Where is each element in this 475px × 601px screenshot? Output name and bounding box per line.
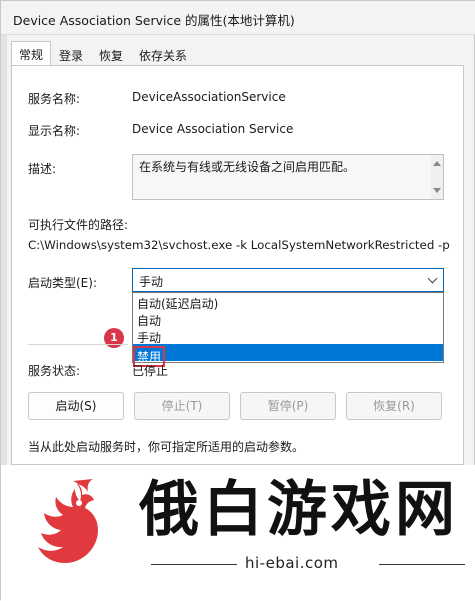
title-bar[interactable]: Device Association Service 的属性(本地计算机) <box>1 1 475 35</box>
general-panel: 服务名称: DeviceAssociationService 显示名称: Dev… <box>11 65 464 465</box>
start-params-hint: 当从此处启动服务时，你可指定所适用的启动参数。 <box>28 440 305 454</box>
separator-line <box>28 344 128 345</box>
pause-button[interactable]: 暂停(P) <box>240 392 336 420</box>
startup-type-label: 启动类型(E): <box>28 276 97 290</box>
tab-general[interactable]: 常规 <box>11 41 52 65</box>
url-divider-right <box>379 564 465 565</box>
url-divider-left <box>151 564 237 565</box>
exe-path-value: C:\Windows\system32\svchost.exe -k Local… <box>28 238 450 252</box>
tab-dependencies[interactable]: 依存关系 <box>131 43 195 65</box>
chevron-down-icon <box>427 273 438 284</box>
display-name-value: Device Association Service <box>132 122 294 136</box>
start-button[interactable]: 启动(S) <box>28 392 124 420</box>
properties-window: Device Association Service 的属性(本地计算机) 常规… <box>0 0 475 601</box>
description-label: 描述: <box>28 162 57 176</box>
option-disabled[interactable]: 禁用 <box>133 344 443 367</box>
startup-type-dropdown[interactable]: 手动 <box>132 268 444 292</box>
option-auto[interactable]: 自动 <box>133 310 443 328</box>
rooster-logo-icon <box>38 479 98 563</box>
window-title: Device Association Service 的属性(本地计算机) <box>13 13 295 28</box>
startup-type-selected: 手动 <box>139 275 164 289</box>
description-text: 在系统与有线或无线设备之间启用匹配。 <box>139 160 356 174</box>
description-scrollbar[interactable] <box>431 155 443 199</box>
resume-button[interactable]: 恢复(R) <box>346 392 442 420</box>
startup-type-options: 自动(延迟启动) 自动 手动 禁用 <box>132 292 444 367</box>
step-badge: 1 <box>104 328 124 348</box>
tab-bar: 常规 登录 恢复 依存关系 <box>11 41 195 65</box>
service-name-label: 服务名称: <box>28 92 81 106</box>
display-name-label: 显示名称: <box>28 124 81 138</box>
watermark-url: hi-ebai.com <box>245 554 339 572</box>
service-status-value: 已停止 <box>132 364 169 378</box>
service-status-label: 服务状态: <box>28 364 81 378</box>
stop-button[interactable]: 停止(T) <box>134 392 230 420</box>
option-auto-delayed[interactable]: 自动(延迟启动) <box>133 293 443 311</box>
tab-logon[interactable]: 登录 <box>51 43 91 65</box>
description-textbox[interactable]: 在系统与有线或无线设备之间启用匹配。 <box>132 154 444 200</box>
scroll-up-arrow-icon[interactable] <box>433 161 441 166</box>
service-name-value: DeviceAssociationService <box>132 90 286 104</box>
scroll-down-arrow-icon[interactable] <box>433 188 441 193</box>
watermark-brand-text: 俄白游戏网 <box>139 475 459 545</box>
option-manual[interactable]: 手动 <box>133 327 443 345</box>
exe-path-label: 可执行文件的路径: <box>28 218 129 232</box>
tab-recovery[interactable]: 恢复 <box>91 43 131 65</box>
